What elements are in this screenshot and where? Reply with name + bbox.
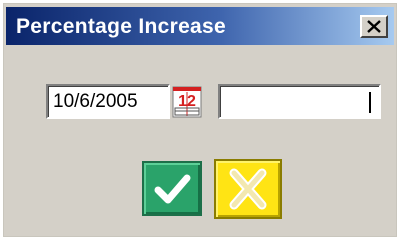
close-icon	[367, 20, 381, 33]
cancel-button[interactable]	[214, 159, 282, 219]
date-input[interactable]: 10/6/2005	[46, 84, 170, 119]
calendar-button[interactable]: 12	[172, 86, 202, 118]
dialog-title: Percentage Increase	[16, 15, 226, 38]
percentage-input[interactable]	[218, 84, 381, 119]
close-button[interactable]	[360, 15, 388, 38]
percentage-increase-dialog: Percentage Increase 10/6/2005 12	[3, 3, 397, 237]
calendar-icon: 12	[172, 86, 202, 118]
checkmark-icon	[154, 174, 191, 204]
ok-button[interactable]	[142, 161, 202, 216]
cross-icon	[229, 168, 267, 210]
text-caret	[369, 92, 371, 113]
title-bar[interactable]: Percentage Increase	[6, 7, 394, 45]
